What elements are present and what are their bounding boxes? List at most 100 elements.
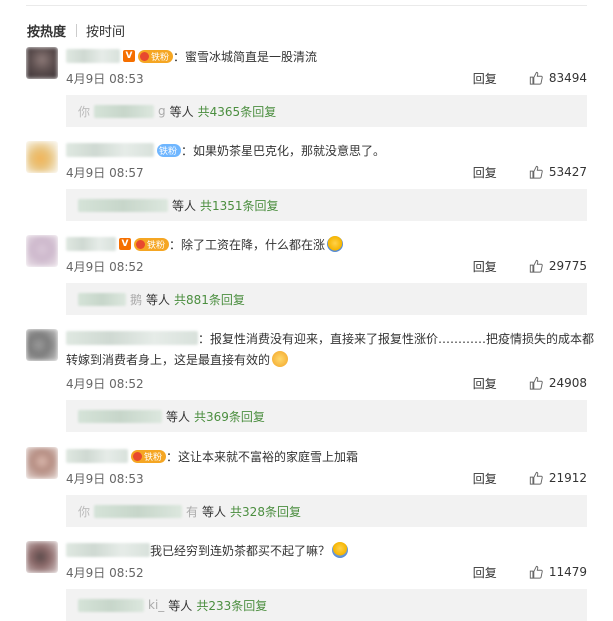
comment-text-line1: 报复性消费没有迎来，直接来了报复性涨价…………把疫情损失的成本都 xyxy=(210,331,595,346)
view-replies-link[interactable]: 共328条回复 xyxy=(230,503,301,520)
comment-time: 4月9日 08:57 xyxy=(66,166,144,180)
colon: ： xyxy=(173,49,186,64)
tab-divider xyxy=(76,23,78,37)
sub-reply-user-tail: g xyxy=(158,104,166,118)
comment-time: 4月9日 08:53 xyxy=(66,72,144,86)
like-count: 53427 xyxy=(548,165,587,179)
view-replies-link[interactable]: 共369条回复 xyxy=(194,408,265,425)
sort-tabs: 按热度 按时间 xyxy=(27,20,125,40)
username[interactable] xyxy=(66,49,120,63)
reply-button[interactable]: 回复 xyxy=(473,470,497,487)
thumbs-up-icon[interactable] xyxy=(529,565,543,579)
comment-header: V 铁粉 ： 除了工资在降，什么都在涨 xyxy=(66,235,344,253)
comment-time: 4月9日 08:52 xyxy=(66,377,144,391)
sub-reply-user-tail: 鹅 xyxy=(130,292,143,307)
avatar[interactable] xyxy=(26,541,58,573)
avatar[interactable] xyxy=(26,141,58,173)
thumbs-up-icon[interactable] xyxy=(529,71,543,85)
comment-time: 4月9日 08:52 xyxy=(66,260,144,274)
emoji-icon xyxy=(332,542,349,558)
view-replies-link[interactable]: 共233条回复 xyxy=(196,597,267,614)
comment-actions: 回复 24908 xyxy=(473,375,587,391)
colon: ： xyxy=(198,331,211,346)
sub-reply-usernames xyxy=(94,504,183,518)
comment-text: 除了工资在降，什么都在涨 xyxy=(181,237,326,252)
thumbs-up-icon[interactable] xyxy=(529,165,543,179)
avatar[interactable] xyxy=(26,329,58,361)
fan-badge-icon xyxy=(140,51,149,61)
thumbs-up-icon[interactable] xyxy=(529,259,543,273)
username[interactable] xyxy=(66,237,116,251)
comment-header: ： 报复性消费没有迎来，直接来了报复性涨价…………把疫情损失的成本都 xyxy=(66,329,594,347)
sub-reply-user-tail: 有 xyxy=(186,504,199,519)
view-replies-link[interactable]: 共1351条回复 xyxy=(200,197,279,214)
fan-badge-icon xyxy=(133,451,142,461)
avatar[interactable] xyxy=(26,235,58,267)
sub-replies[interactable]: 你 g 等人 共4365条回复 xyxy=(66,95,587,127)
username[interactable] xyxy=(66,543,150,557)
sub-reply-usernames xyxy=(78,198,168,212)
comment-text: 我已经穷到连奶茶都买不起了嘛？ xyxy=(150,543,331,558)
fan-badge: 铁粉 xyxy=(157,143,182,157)
sub-replies[interactable]: ki_ 等人 共233条回复 xyxy=(66,589,587,621)
comment-text: 蜜雪冰城简直是一股清流 xyxy=(185,49,318,64)
comment-actions: 回复 11479 xyxy=(473,564,587,580)
sub-reply-user-prefix: 你 xyxy=(78,504,91,519)
username[interactable] xyxy=(66,331,198,345)
username[interactable] xyxy=(66,143,154,157)
fan-badge-label: 铁粉 xyxy=(144,452,163,463)
comment-header: 铁粉 ： 如果奶茶星巴克化，那就没意思了。 xyxy=(66,141,385,159)
sort-by-time-tab[interactable]: 按时间 xyxy=(86,21,125,40)
top-divider xyxy=(26,5,587,6)
fan-badge-label: 铁粉 xyxy=(159,146,178,157)
reply-button[interactable]: 回复 xyxy=(473,258,497,275)
avatar[interactable] xyxy=(26,47,58,79)
colon: ： xyxy=(181,143,194,158)
comment-time: 4月9日 08:52 xyxy=(66,566,144,580)
thumbs-up-icon[interactable] xyxy=(529,376,543,390)
thumbs-up-icon[interactable] xyxy=(529,471,543,485)
view-replies-link[interactable]: 共881条回复 xyxy=(174,291,245,308)
sub-reply-suffix: 等人 xyxy=(172,198,197,213)
fan-badge: 铁粉 xyxy=(131,449,167,463)
comment-actions: 回复 53427 xyxy=(473,164,587,180)
like-count: 21912 xyxy=(548,471,587,485)
sub-reply-suffix: 等人 xyxy=(169,104,194,119)
username[interactable] xyxy=(66,449,128,463)
comment-text: 如果奶茶星巴克化，那就没意思了。 xyxy=(193,143,386,158)
comment-actions: 回复 29775 xyxy=(473,258,587,274)
reply-button[interactable]: 回复 xyxy=(473,70,497,87)
fan-badge-label: 铁粉 xyxy=(147,240,166,251)
like-count: 11479 xyxy=(548,565,587,579)
sub-reply-usernames xyxy=(94,104,155,118)
sub-reply-usernames xyxy=(78,292,126,306)
sub-replies[interactable]: 等人 共1351条回复 xyxy=(66,189,587,221)
sub-reply-suffix: 等人 xyxy=(202,504,227,519)
avatar[interactable] xyxy=(26,447,58,479)
sub-reply-user-prefix: 你 xyxy=(78,104,91,119)
sub-replies[interactable]: 鹅 等人 共881条回复 xyxy=(66,283,587,315)
fan-badge-label: 铁粉 xyxy=(151,52,170,63)
colon: ： xyxy=(169,237,182,252)
like-count: 24908 xyxy=(548,376,587,390)
sub-replies[interactable]: 等人 共369条回复 xyxy=(66,400,587,432)
sort-by-hot-tab[interactable]: 按热度 xyxy=(27,21,66,40)
sub-replies[interactable]: 你 有 等人 共328条回复 xyxy=(66,495,587,527)
like-count: 83494 xyxy=(548,71,587,85)
reply-button[interactable]: 回复 xyxy=(473,164,497,181)
emoji-icon xyxy=(272,351,289,367)
fan-badge: 铁粉 xyxy=(134,237,170,251)
like-count: 29775 xyxy=(548,259,587,273)
view-replies-link[interactable]: 共4365条回复 xyxy=(198,103,277,120)
colon: ： xyxy=(166,449,179,464)
fan-badge: 铁粉 xyxy=(138,49,174,63)
sub-reply-usernames xyxy=(78,598,144,612)
reply-button[interactable]: 回复 xyxy=(473,375,497,392)
reply-button[interactable]: 回复 xyxy=(473,564,497,581)
sub-reply-suffix: 等人 xyxy=(168,598,193,613)
comment-text-line2: 转嫁到消费者身上，这是最直接有效的 xyxy=(66,352,271,367)
comment-actions: 回复 83494 xyxy=(473,70,587,86)
comment-text: 这让本来就不富裕的家庭雪上加霜 xyxy=(178,449,359,464)
comment-text-continuation: 转嫁到消费者身上，这是最直接有效的 xyxy=(66,350,289,368)
comment-header: V 铁粉 ： 蜜雪冰城简直是一股清流 xyxy=(66,47,317,65)
